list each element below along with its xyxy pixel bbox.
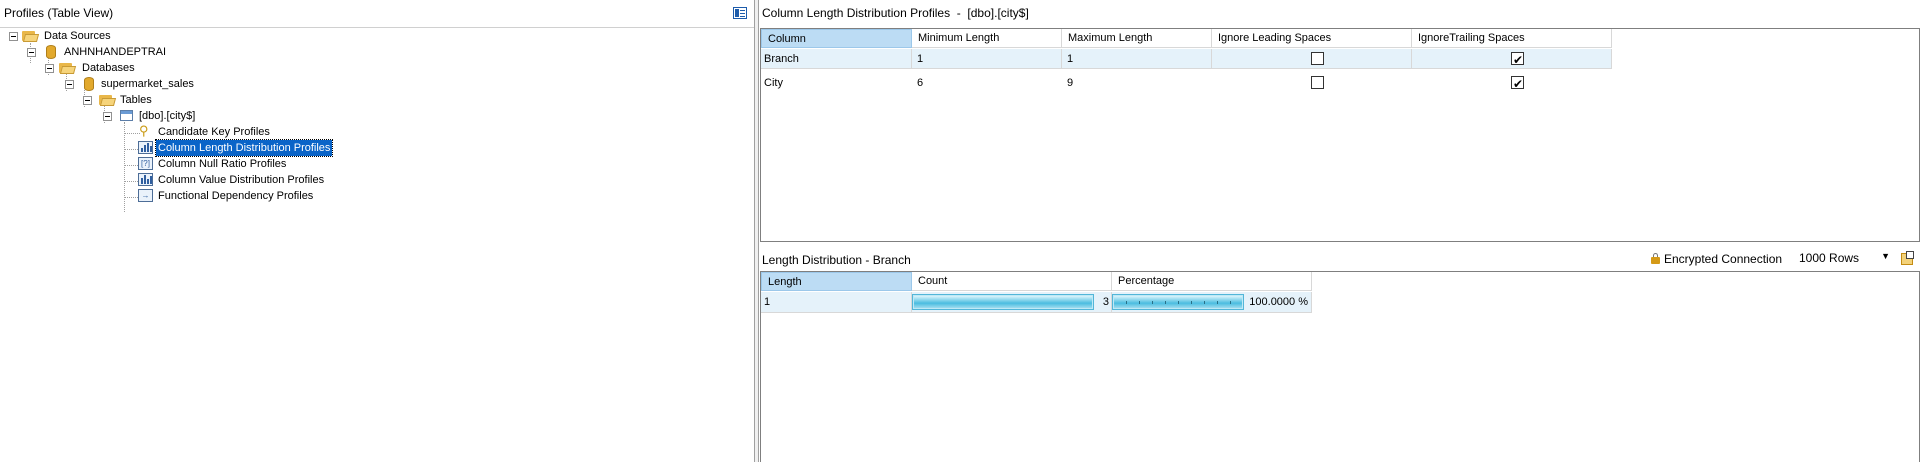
bar-chart-icon	[138, 141, 153, 154]
lock-icon	[1651, 253, 1660, 264]
percentage-tick	[1191, 301, 1192, 304]
column-header-percentage[interactable]: Percentage	[1112, 272, 1312, 291]
tree-node-server[interactable]: ANHNHANDEPTRAI	[26, 44, 326, 60]
length-distribution-grid: Length Count Percentage 1 3 100.0000 %	[760, 271, 1920, 462]
column-header-ignore-trailing[interactable]: IgnoreTrailing Spaces	[1412, 29, 1612, 48]
ignore-leading-checkbox[interactable]	[1311, 52, 1324, 65]
cell-length: 1	[761, 292, 912, 313]
tree-node-label: Data Sources	[44, 30, 111, 42]
cell-column: Branch	[761, 49, 912, 69]
tree-node-candidate-key-profiles[interactable]: ⚲ Candidate Key Profiles	[136, 124, 436, 140]
database-icon	[84, 77, 94, 91]
cell-ignore-leading	[1212, 69, 1412, 97]
columns-grid: Column Minimum Length Maximum Length Ign…	[760, 28, 1920, 242]
tree-node-column-value-distribution-profiles[interactable]: Column Value Distribution Profiles	[136, 172, 436, 188]
tree-node-column-length-distribution-profiles[interactable]: Column Length Distribution Profiles	[136, 139, 436, 157]
column-header-length[interactable]: Length	[761, 272, 912, 291]
cell-min-length: 6	[917, 77, 924, 89]
percentage-bar	[1112, 294, 1244, 310]
column-header-ignore-leading[interactable]: Ignore Leading Spaces	[1212, 29, 1412, 48]
count-bar	[912, 294, 1094, 310]
length-distribution-title: Length Distribution - Branch	[762, 253, 911, 267]
cell-ignore-leading	[1212, 49, 1412, 69]
pane-splitter[interactable]	[754, 0, 759, 462]
folder-open-icon	[22, 30, 40, 42]
cell-ignore-trailing	[1412, 49, 1612, 70]
percentage-tick	[1165, 301, 1166, 304]
collapse-icon[interactable]	[83, 96, 92, 105]
collapse-icon[interactable]	[65, 80, 74, 89]
tree-node-data-sources[interactable]: Data Sources	[8, 28, 308, 44]
folder-open-icon	[99, 94, 117, 106]
cell-ignore-trailing	[1412, 69, 1612, 97]
tree-node-functional-dependency-profiles[interactable]: → Functional Dependency Profiles	[136, 188, 436, 204]
ignore-leading-checkbox[interactable]	[1311, 76, 1324, 89]
bar-chart-icon	[138, 173, 153, 186]
dependency-icon: →	[138, 189, 153, 202]
tree-node-label: ANHNHANDEPTRAI	[64, 46, 167, 58]
tree-node-databases[interactable]: Databases	[44, 60, 344, 76]
null-ratio-icon: [?]	[138, 157, 153, 170]
profile-tree: Data Sources ANHNHANDEPTRAI Databases su…	[0, 28, 754, 462]
chevron-down-icon: ▼	[1881, 251, 1890, 261]
folder-open-icon	[59, 62, 77, 74]
column-header-column[interactable]: Column	[761, 29, 912, 48]
collapse-icon[interactable]	[9, 32, 18, 41]
tree-node-database[interactable]: supermarket_sales	[62, 76, 362, 92]
table-row[interactable]: Branch 1 1	[761, 49, 1612, 70]
collapse-icon[interactable]	[45, 64, 54, 73]
collapse-icon[interactable]	[103, 112, 112, 121]
server-icon	[46, 45, 56, 59]
cell-column: City	[764, 77, 783, 89]
table-row[interactable]: City 6 9	[761, 69, 1612, 97]
tree-node-tables[interactable]: Tables	[80, 92, 380, 108]
tree-node-label: Column Value Distribution Profiles	[158, 174, 325, 186]
tree-node-label: Column Null Ratio Profiles	[158, 158, 287, 170]
column-header-min-length[interactable]: Minimum Length	[912, 29, 1062, 48]
tree-node-column-null-ratio-profiles[interactable]: [?] Column Null Ratio Profiles	[136, 156, 436, 172]
count-bar-fill	[914, 296, 1092, 308]
cell-max-length: 9	[1067, 77, 1074, 89]
percentage-tick	[1230, 301, 1231, 304]
column-header-count[interactable]: Count	[912, 272, 1112, 291]
percentage-tick	[1139, 301, 1140, 304]
drill-down-icon[interactable]	[1901, 251, 1915, 265]
column-header-max-length[interactable]: Maximum Length	[1062, 29, 1212, 48]
tree-node-label: Functional Dependency Profiles	[158, 190, 314, 202]
percentage-tick	[1217, 301, 1218, 304]
ignore-trailing-checkbox[interactable]	[1511, 50, 1524, 70]
tree-node-label: Candidate Key Profiles	[158, 126, 270, 138]
profile-viewer-title: Column Length Distribution Profiles - [d…	[762, 6, 1029, 20]
count-value: 3	[1102, 296, 1109, 308]
cell-min-length: 1	[912, 49, 1062, 69]
percentage-tick	[1204, 301, 1205, 304]
table-row[interactable]: 1 3 100.0000 %	[761, 292, 1312, 313]
rows-limit-value: 1000 Rows	[1799, 251, 1860, 265]
rows-limit-dropdown[interactable]: 1000 Rows ▼	[1796, 249, 1892, 267]
tree-node-label: Tables	[120, 94, 152, 106]
collapse-icon[interactable]	[27, 48, 36, 57]
percentage-bar-ticks	[1113, 301, 1243, 304]
left-pane-title: Profiles (Table View)	[4, 6, 114, 20]
tree-node-table[interactable]: [dbo].[city$]	[100, 108, 400, 124]
table-icon	[120, 110, 133, 121]
cell-percentage: 100.0000 %	[1112, 292, 1312, 313]
tree-node-label: Databases	[82, 62, 135, 74]
percentage-tick	[1178, 301, 1179, 304]
tree-node-label: Column Length Distribution Profiles	[154, 139, 334, 157]
key-icon: ⚲	[139, 123, 149, 138]
encrypted-connection-label: Encrypted Connection	[1664, 252, 1783, 266]
percentage-tick	[1126, 301, 1127, 304]
cell-count: 3	[912, 292, 1112, 313]
percentage-tick	[1152, 301, 1153, 304]
tree-node-label: [dbo].[city$]	[139, 110, 196, 122]
tree-node-label: supermarket_sales	[101, 78, 194, 90]
cell-max-length: 1	[1062, 49, 1212, 69]
percentage-value: 100.0000 %	[1249, 296, 1308, 308]
layout-toggle-icon[interactable]	[733, 7, 747, 19]
ignore-trailing-checkbox[interactable]	[1511, 74, 1524, 94]
